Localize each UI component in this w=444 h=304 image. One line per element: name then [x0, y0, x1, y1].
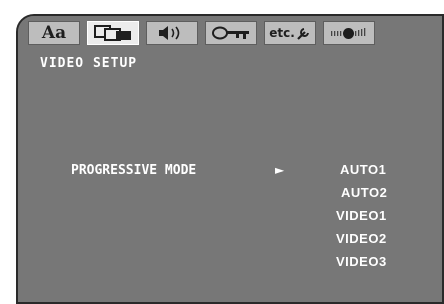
progressive-mode-label: PROGRESSIVE MODE: [71, 163, 197, 178]
page-title: VIDEO SETUP: [40, 56, 138, 71]
option-video3[interactable]: VIDEO3: [336, 250, 406, 273]
tab-etc[interactable]: etc.: [264, 21, 316, 45]
selection-pointer-icon: ►: [275, 163, 285, 177]
key-lock-icon: [211, 25, 251, 41]
osd-screen: Aa etc. VIDEO SETUP PROGRESSIVE MODE ► A…: [0, 0, 444, 304]
tab-parental[interactable]: [205, 21, 257, 45]
option-auto1[interactable]: AUTO1: [336, 158, 406, 181]
option-video2[interactable]: VIDEO2: [336, 227, 406, 250]
option-auto2[interactable]: AUTO2: [336, 181, 406, 204]
tab-timer[interactable]: [323, 21, 375, 45]
slider-timer-icon: [329, 25, 369, 41]
wrench-icon: [296, 28, 309, 40]
tab-video[interactable]: [87, 21, 139, 45]
language-aa-icon: Aa: [41, 23, 67, 43]
etc-settings-icon: etc.: [269, 25, 311, 41]
setup-tab-bar: Aa etc.: [18, 16, 442, 50]
video-screens-icon: [94, 25, 132, 41]
progressive-mode-options: AUTO1 AUTO2 VIDEO1 VIDEO2 VIDEO3: [336, 158, 406, 273]
setup-menu-panel: Aa etc. VIDEO SETUP PROGRESSIVE MODE ► A…: [16, 14, 444, 304]
audio-speaker-icon: [157, 25, 187, 41]
tab-audio[interactable]: [146, 21, 198, 45]
tab-language[interactable]: Aa: [28, 21, 80, 45]
option-video1[interactable]: VIDEO1: [336, 204, 406, 227]
